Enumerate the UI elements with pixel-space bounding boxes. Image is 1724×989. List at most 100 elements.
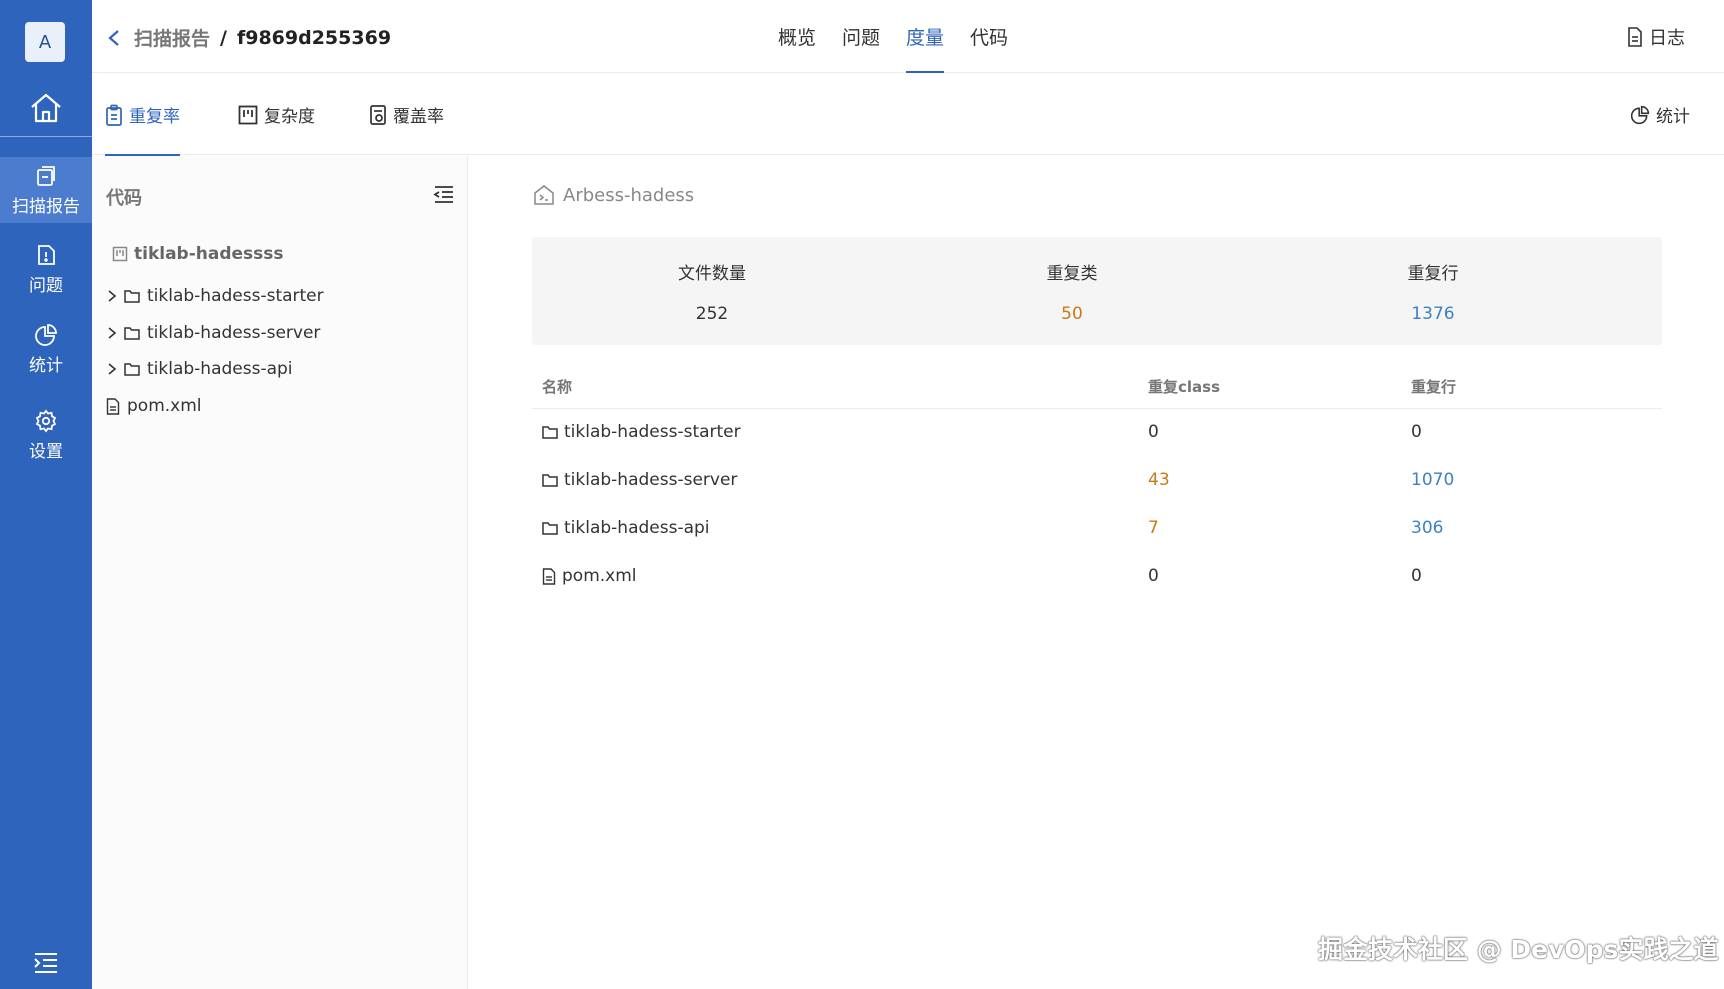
row-name[interactable]: tiklab-hadess-server (564, 470, 737, 490)
summary-dup-classes: 重复类 50 (892, 237, 1252, 345)
tree-node-label: pom.xml (127, 396, 202, 416)
summary-value: 50 (1061, 303, 1083, 324)
summary-file-count: 文件数量 252 (532, 237, 892, 345)
table-row[interactable]: tiklab-hadess-starter 0 0 (532, 409, 1662, 457)
tree-node-label: tiklab-hadess-server (147, 323, 321, 343)
row-dup-lines: 0 (1411, 566, 1422, 586)
avatar[interactable]: A (25, 22, 65, 62)
subtab-complexity[interactable]: 复杂度 (238, 74, 315, 155)
row-dup-lines: 1070 (1411, 470, 1455, 490)
tree-node[interactable]: tiklab-hadess-starter (106, 286, 324, 306)
nav-label: 问题 (29, 275, 63, 296)
tree-node-label: tiklab-hadess-starter (147, 286, 324, 306)
breadcrumb-parent[interactable]: 扫描报告 (134, 24, 210, 51)
nav-item-issues[interactable]: 问题 (0, 236, 92, 302)
subtab-label: 覆盖率 (393, 107, 444, 127)
row-dup-class: 7 (1148, 518, 1159, 538)
row-dup-lines: 306 (1411, 518, 1444, 538)
row-dup-lines: 0 (1411, 422, 1422, 442)
tree-node[interactable]: tiklab-hadess-api (106, 359, 293, 379)
table-row[interactable]: tiklab-hadess-server 43 1070 (532, 457, 1662, 505)
chevron-right-icon[interactable] (106, 326, 118, 340)
row-name[interactable]: tiklab-hadess-starter (564, 422, 741, 442)
row-dup-class: 0 (1148, 422, 1159, 442)
terminal-icon (534, 185, 554, 205)
log-button[interactable]: 日志 (1627, 24, 1685, 50)
project-name: Arbess-hadess (563, 184, 695, 206)
folder-icon (542, 522, 558, 535)
row-dup-class: 0 (1148, 566, 1159, 586)
summary-label: 重复行 (1407, 263, 1459, 284)
file-icon (106, 397, 120, 415)
nav-label: 设置 (29, 441, 63, 462)
watermark: 掘金技术社区 @ DevOps实践之道 (1318, 935, 1719, 964)
breadcrumb-current: f9869d255369 (236, 26, 392, 49)
tree-node[interactable]: tiklab-hadess-server (106, 323, 320, 343)
row-dup-class: 43 (1148, 470, 1170, 490)
main-tabs: 概览 问题 度量 代码 (778, 0, 1034, 73)
nav-item-stats[interactable]: 统计 (0, 316, 92, 382)
log-label: 日志 (1649, 28, 1685, 49)
tab-code[interactable]: 代码 (970, 0, 1008, 73)
clipboard-icon (106, 104, 122, 126)
summary-value: 1376 (1411, 303, 1455, 324)
document-icon (1628, 27, 1642, 47)
file-icon (542, 567, 556, 585)
nav-item-settings[interactable]: 设置 (0, 402, 92, 468)
nav-item-scan-report[interactable]: 扫描报告 (0, 157, 92, 223)
subtab-label: 重复率 (129, 107, 180, 127)
summary-label: 重复类 (1046, 263, 1098, 284)
subtab-coverage[interactable]: 覆盖率 (369, 74, 444, 155)
chevron-right-icon[interactable] (106, 289, 118, 303)
back-arrow-icon[interactable] (106, 29, 122, 47)
folder-icon (124, 290, 140, 303)
table-row[interactable]: pom.xml 0 0 (532, 553, 1662, 601)
tree-root-repo[interactable]: tiklab-hadessss (112, 244, 284, 264)
row-name[interactable]: tiklab-hadess-api (564, 518, 710, 538)
top-bar: 扫描报告 / f9869d255369 概览 问题 度量 代码 日志 (92, 0, 1724, 73)
expand-menu-icon[interactable] (33, 950, 59, 974)
tab-metrics[interactable]: 度量 (906, 0, 945, 73)
folder-icon (124, 363, 140, 376)
tree-root-label: tiklab-hadessss (134, 244, 284, 264)
tree-node[interactable]: pom.xml (106, 396, 202, 416)
project-title: Arbess-hadess (533, 184, 694, 206)
pie-chart-icon (35, 323, 57, 346)
subtab-duplication[interactable]: 重复率 (105, 74, 180, 156)
nav-label: 统计 (29, 355, 63, 376)
folder-icon (124, 327, 140, 340)
subtab-label: 复杂度 (264, 107, 315, 127)
tree-title: 代码 (106, 188, 142, 209)
row-name[interactable]: pom.xml (562, 566, 637, 586)
summary-panel: 文件数量 252 重复类 50 重复行 1376 (532, 237, 1662, 345)
chevron-right-icon[interactable] (106, 362, 118, 376)
breadcrumb-separator: / (220, 26, 227, 49)
column-header-dup-lines: 重复行 (1411, 378, 1457, 396)
issue-icon (38, 244, 55, 265)
pie-chart-icon (1630, 105, 1650, 124)
report-icon (37, 165, 55, 186)
summary-value: 252 (695, 303, 729, 324)
summary-dup-lines: 重复行 1376 (1253, 237, 1613, 345)
tab-issues[interactable]: 问题 (842, 0, 880, 73)
collapse-panel-icon[interactable] (433, 184, 455, 204)
stats-button[interactable]: 统计 (1630, 102, 1690, 127)
repo-icon (112, 246, 128, 262)
nav-label: 扫描报告 (12, 196, 80, 217)
gear-icon (35, 409, 57, 432)
coverage-icon (370, 104, 386, 125)
home-icon[interactable] (28, 90, 64, 126)
nav-divider (0, 136, 92, 137)
folder-icon (542, 474, 558, 487)
duplication-table: 名称 重复class 重复行 tiklab-hadess-starter 0 0… (532, 359, 1662, 601)
tree-node-label: tiklab-hadess-api (147, 359, 293, 379)
folder-icon (542, 426, 558, 439)
column-header-name: 名称 (542, 378, 573, 396)
tab-overview[interactable]: 概览 (778, 0, 816, 73)
table-row[interactable]: tiklab-hadess-api 7 306 (532, 505, 1662, 553)
main-content: Arbess-hadess 文件数量 252 重复类 50 重复行 1376 名… (469, 156, 1724, 989)
stats-label: 统计 (1656, 107, 1690, 127)
table-header: 名称 重复class 重复行 (532, 359, 1662, 409)
code-tree-panel: 代码 tiklab-hadessss tiklab-hadess-starter… (92, 156, 468, 989)
left-navigation: A 扫描报告 问题 统计 设置 (0, 0, 92, 989)
